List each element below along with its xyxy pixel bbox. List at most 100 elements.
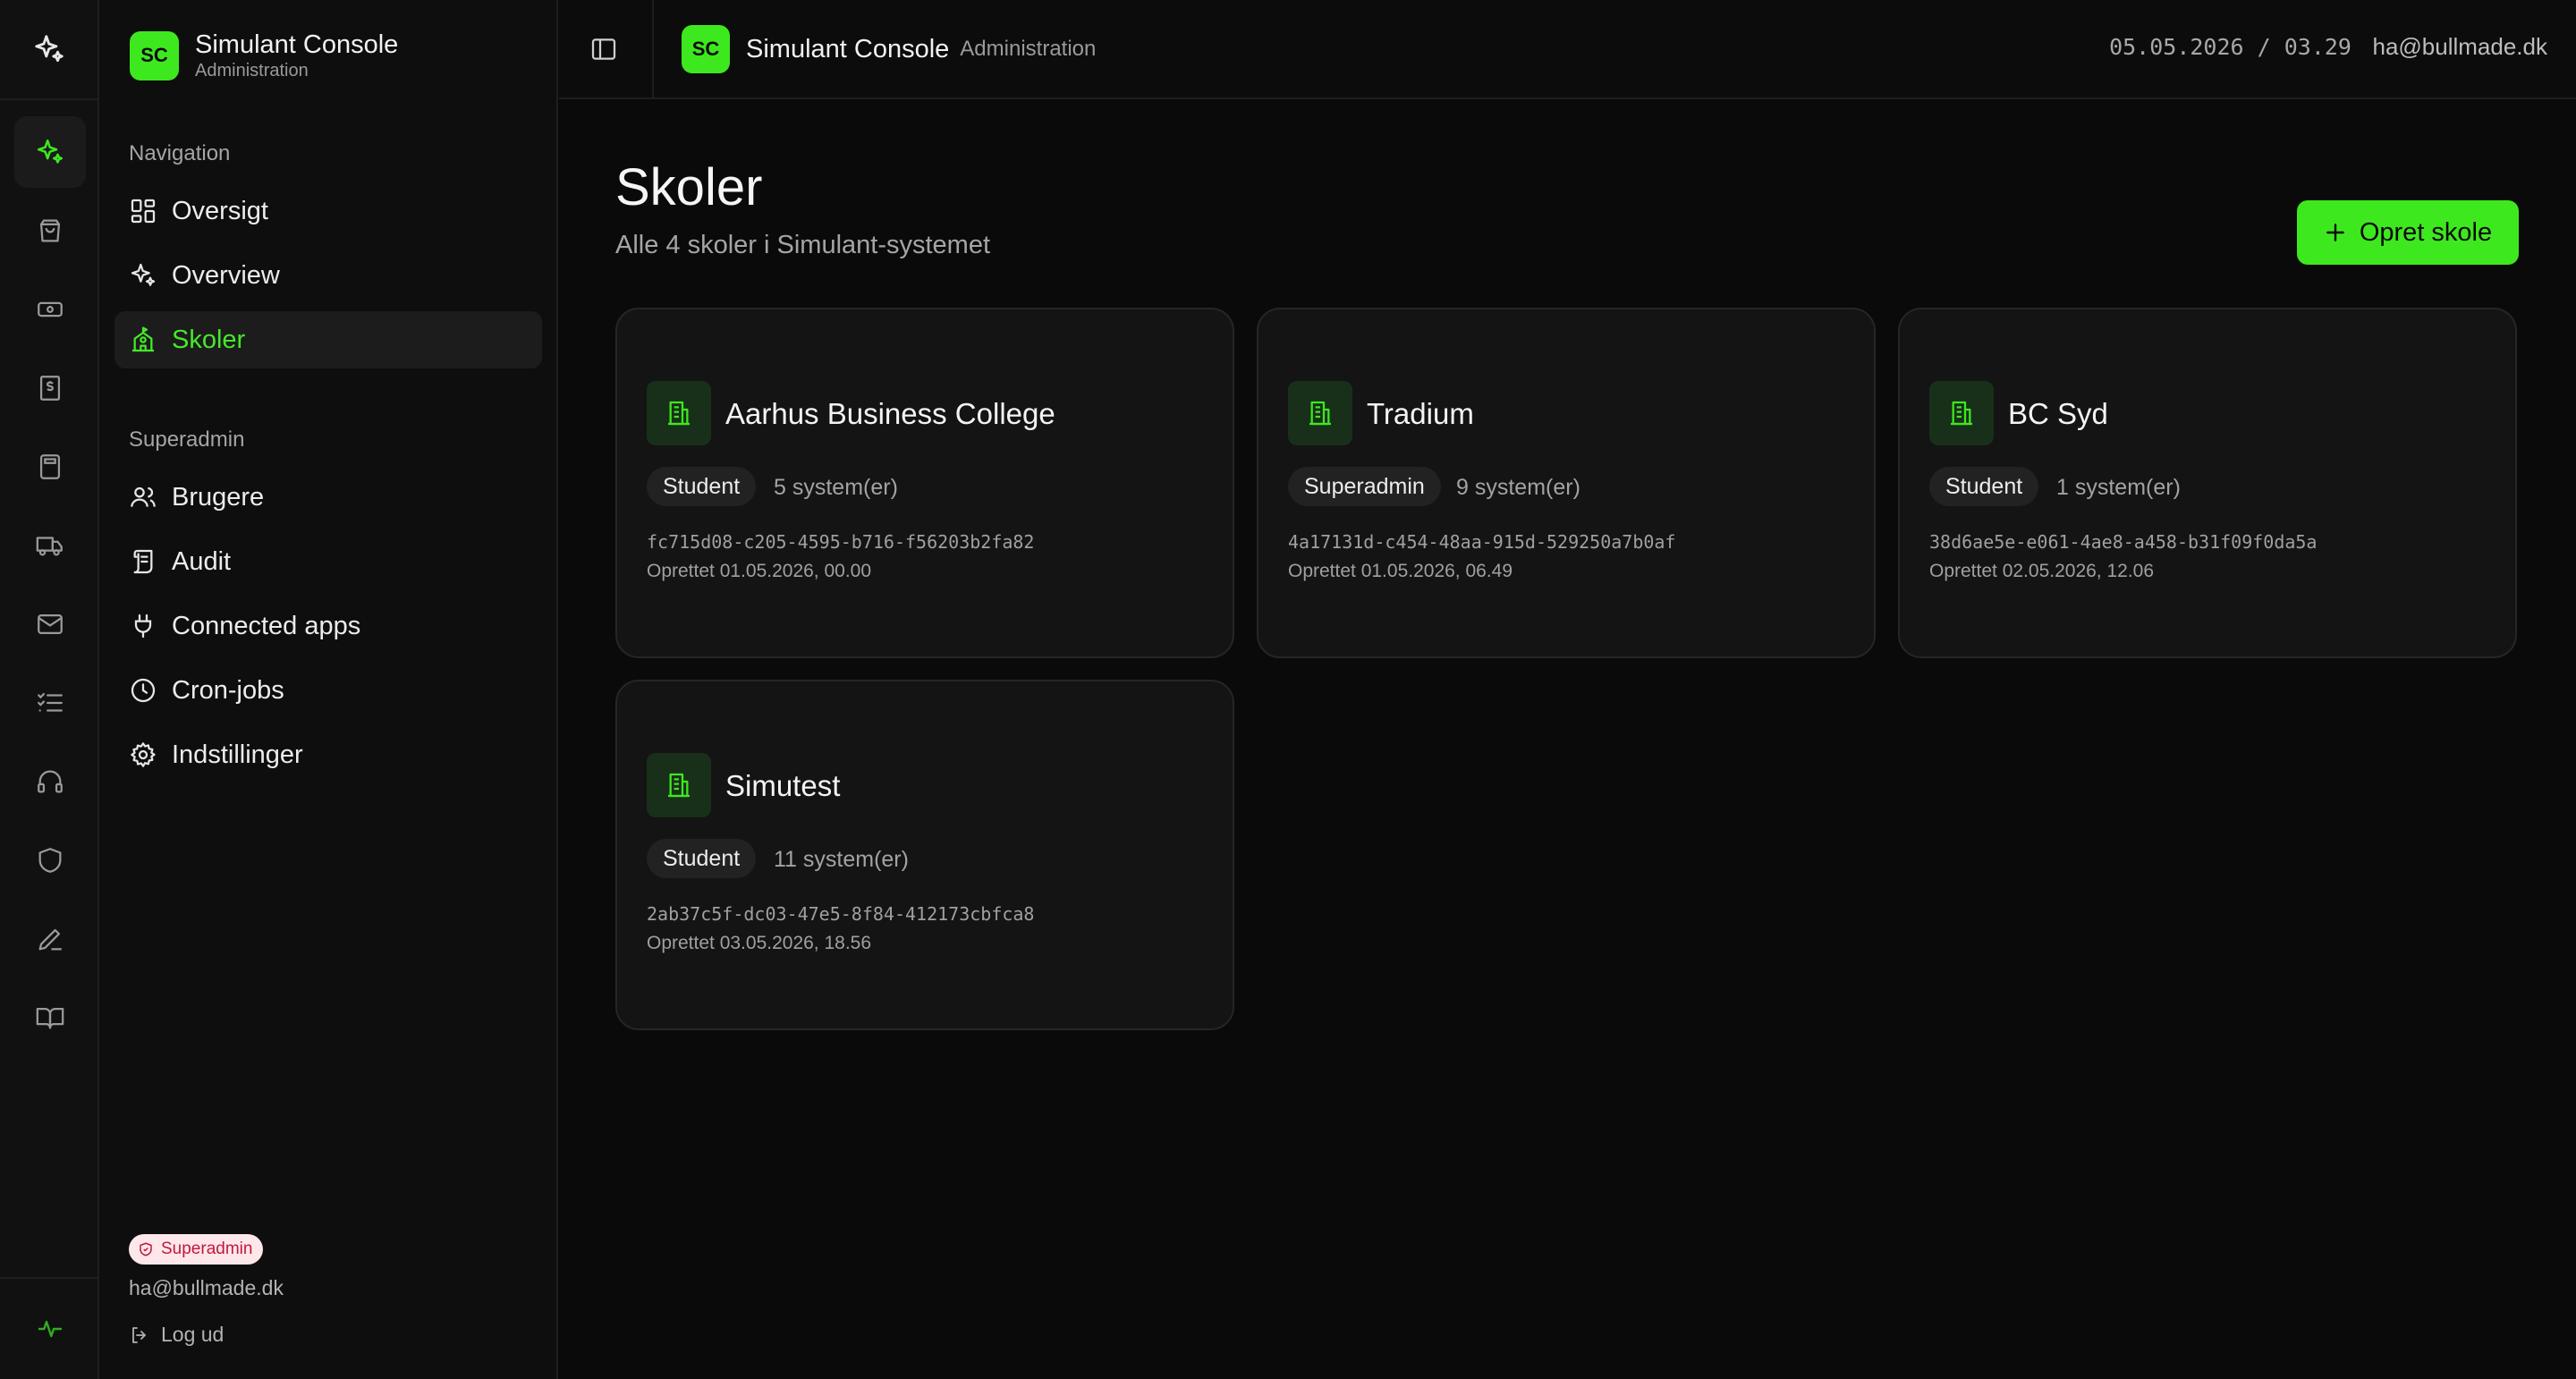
sidebar-item-brugere[interactable]: Brugere [114,469,542,526]
plus-icon [2326,224,2344,241]
school-name: Aarhus Business College [725,397,1055,430]
school-name: Simutest [725,769,841,802]
school-card[interactable]: Aarhus Business College Student 5 system… [615,308,1234,658]
building-icon [647,753,711,817]
create-school-button[interactable]: Opret skole [2297,200,2519,265]
school-id: 2ab37c5f-dc03-47e5-8f84-412173cbfca8 [647,903,1035,925]
clock-icon [131,678,156,703]
rail-mail-button[interactable] [14,588,86,660]
book-open-icon [36,1007,64,1029]
role-pill: Student [647,467,757,506]
app-logo-badge: SC [682,25,730,73]
sidebar-item-audit[interactable]: Audit [114,533,542,590]
navigation-section-label: Navigation [129,141,231,165]
rail-sparkles-button[interactable] [14,116,86,188]
created-date: Oprettet 01.05.2026, 00.00 [647,561,872,581]
sidebar-item-cron-jobs[interactable]: Cron-jobs [114,662,542,719]
rail-receipt-button[interactable] [14,352,86,424]
school-card[interactable]: BC Syd Student 1 system(er) 38d6ae5e-e06… [1898,308,2517,658]
panel-left-icon [591,38,616,60]
role-pill: Superadmin [1288,467,1441,506]
logout-icon [132,1326,146,1343]
sidebar-item-connected-apps[interactable]: Connected apps [114,597,542,655]
activity-icon[interactable] [36,1315,64,1343]
sidebar-item-label: Indstillinger [172,740,303,769]
rail-tasks-button[interactable] [14,667,86,739]
rail-divider [0,98,99,100]
sidebar-brand[interactable]: SC Simulant Console Administration [130,30,398,81]
sidebar-item-label: Connected apps [172,611,361,640]
sidebar-item-skoler[interactable]: Skoler [114,311,542,368]
superadmin-role-badge: Superadmin [129,1234,264,1265]
sidebar-toggle-button[interactable] [589,35,618,63]
rail-truck-button[interactable] [14,510,86,581]
header-app-subtitle: Administration [960,37,1097,61]
sidebar-item-label: Oversigt [172,196,268,225]
superadmin-section-label: Superadmin [129,427,245,452]
logout-button[interactable]: Log ud [129,1323,224,1347]
school-card[interactable]: Tradium Superadmin 9 system(er) 4a17131d… [1257,308,1876,658]
mail-icon [38,613,63,635]
gear-icon [131,742,156,767]
header-brand[interactable]: SC Simulant Console Administration [682,25,1096,73]
building-icon [1929,381,1994,445]
rail-money-button[interactable] [14,274,86,345]
sparkles-icon [131,263,156,286]
role-badge-label: Superadmin [161,1239,253,1258]
sidebar-item-label: Overview [172,260,280,290]
calculator-icon [39,454,61,479]
system-count: 1 system(er) [2056,475,2181,500]
rail-calculator-button[interactable] [14,431,86,503]
page-subtitle: Alle 4 skoler i Simulant-systemet [615,231,991,259]
plug-icon [134,613,152,639]
checklist-icon [38,692,63,712]
logout-label: Log ud [161,1323,225,1346]
shield-icon [38,848,62,873]
sparkles-logo-icon[interactable] [32,32,66,66]
rail-edit-button[interactable] [14,903,86,975]
role-pill: Student [1929,467,2039,506]
users-icon [131,486,156,507]
user-email: ha@bullmade.dk [129,1276,284,1299]
school-id: 38d6ae5e-e061-4ae8-a458-b31f09f0da5a [1929,531,2318,553]
page-title: Skoler [615,158,763,216]
headphones-icon [38,770,63,793]
rail-support-button[interactable] [14,746,86,817]
sidebar-item-indstillinger[interactable]: Indstillinger [114,726,542,783]
sidebar-item-oversigt[interactable]: Oversigt [114,182,542,240]
sidebar-item-overview[interactable]: Overview [114,247,542,304]
system-count: 5 system(er) [774,475,898,500]
banknote-icon [38,301,63,317]
school-icon [132,326,154,352]
app-title: Simulant Console [195,30,399,59]
school-card[interactable]: Simutest Student 11 system(er) 2ab37c5f-… [615,680,1234,1030]
school-name: BC Syd [2008,397,2108,430]
app-logo-badge: SC [130,30,179,80]
created-date: Oprettet 01.05.2026, 06.49 [1288,561,1513,581]
pencil-icon [38,928,62,951]
create-school-label: Opret skole [2359,217,2493,247]
rail-docs-button[interactable] [14,982,86,1053]
created-date: Oprettet 03.05.2026, 18.56 [647,933,872,953]
building-icon [647,381,711,445]
receipt-dollar-icon [39,376,61,401]
building-icon [1288,381,1352,445]
sidebar-item-label: Audit [172,546,232,576]
sidebar-item-label: Cron-jobs [172,675,284,705]
rail-divider [0,1277,99,1279]
school-id: fc715d08-c205-4595-b716-f56203b2fa82 [647,531,1035,553]
rail-shop-button[interactable] [14,195,86,266]
header-app-title: Simulant Console [746,34,950,63]
rail-security-button[interactable] [14,825,86,896]
dashboard-icon [131,199,156,224]
scroll-icon [133,549,153,574]
system-count: 9 system(er) [1456,475,1580,500]
sidebar-item-label: Brugere [172,482,265,512]
system-count: 11 system(er) [774,847,909,872]
sparkles-icon [37,139,64,164]
header-divider [652,0,654,99]
role-pill: Student [647,839,757,878]
icon-rail [0,0,99,1379]
top-header: SC Simulant Console Administration 05.05… [559,0,2576,99]
header-user-email[interactable]: ha@bullmade.dk [2372,33,2547,61]
